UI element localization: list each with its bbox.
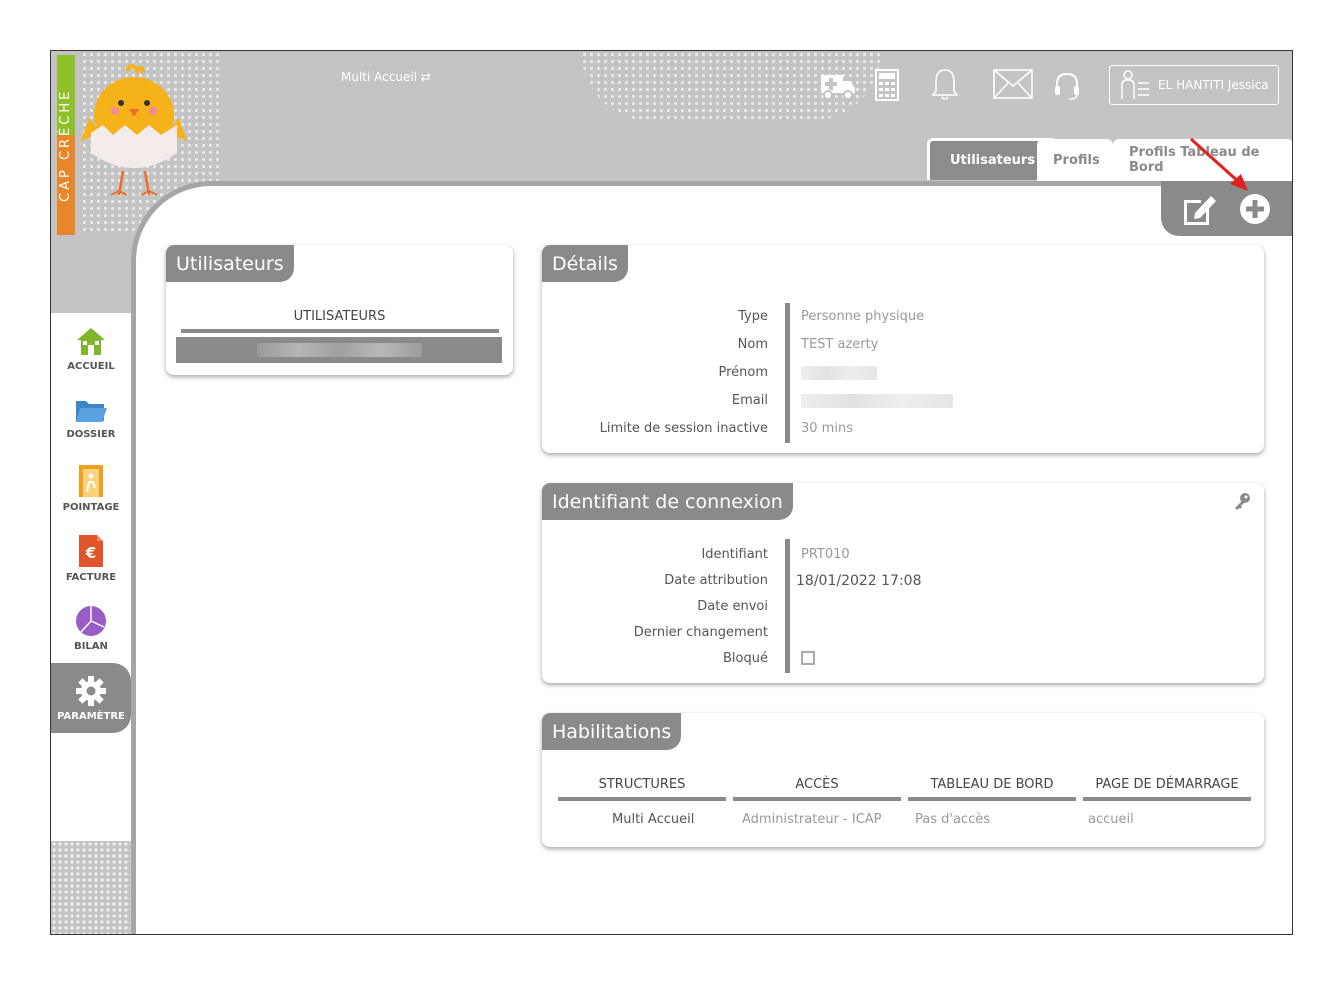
user-menu-button[interactable]: EL HANTITI Jessica bbox=[1109, 65, 1279, 105]
headset-icon[interactable] bbox=[1053, 71, 1081, 101]
panel-title: Identifiant de connexion bbox=[542, 483, 793, 520]
detail-value: TEST azerty bbox=[801, 337, 879, 352]
user-profile-icon bbox=[1121, 70, 1149, 99]
header-underline bbox=[1083, 797, 1251, 801]
add-icon[interactable] bbox=[1238, 192, 1272, 226]
detail-label: Limite de session inactive bbox=[599, 421, 768, 436]
sidebar-item-label: POINTAGE bbox=[62, 501, 120, 513]
mail-icon[interactable] bbox=[993, 69, 1033, 99]
sidebar-item-dossier[interactable]: DOSSIER bbox=[51, 383, 131, 453]
app-window: CAP CRÈCHE Multi Accueil ⇄ EL HANTITI Je… bbox=[50, 50, 1293, 935]
red-arrow-annotation bbox=[1189, 137, 1248, 191]
door-icon bbox=[79, 464, 103, 497]
divider bbox=[785, 539, 790, 673]
gear-icon bbox=[76, 675, 106, 706]
svg-text:€: € bbox=[85, 544, 96, 562]
redacted-email bbox=[801, 394, 953, 408]
sidebar: ACCUEIL DOSSIER POINTAGE € FACTURE BILAN… bbox=[51, 313, 131, 733]
ambulance-icon[interactable] bbox=[819, 69, 857, 101]
panel-title: Habilitations bbox=[542, 713, 682, 750]
sidebar-item-pointage[interactable]: POINTAGE bbox=[51, 453, 131, 523]
login-label: Date envoi bbox=[697, 599, 768, 614]
house-icon bbox=[77, 327, 105, 355]
panel-title: Utilisateurs bbox=[166, 245, 294, 282]
redacted-prenom bbox=[801, 366, 877, 380]
brand-letters: CAP CRÈCHE bbox=[58, 88, 73, 202]
sidebar-item-facture[interactable]: € FACTURE bbox=[51, 523, 131, 593]
tab-label: Profils bbox=[1053, 152, 1100, 168]
column-header-structures: STRUCTURES bbox=[598, 777, 686, 792]
site-switch-link[interactable]: Multi Accueil ⇄ bbox=[341, 70, 431, 84]
calculator-icon[interactable] bbox=[875, 69, 899, 101]
login-label: Date attribution bbox=[664, 573, 768, 588]
column-header-tableau-de-bord: TABLEAU DE BORD bbox=[930, 777, 1054, 792]
bell-icon[interactable] bbox=[931, 67, 959, 101]
cell-acces: Administrateur - ICAP bbox=[742, 812, 882, 827]
login-panel: Identifiant de connexion Identifiant PRT… bbox=[542, 483, 1264, 683]
header-underline bbox=[181, 329, 499, 333]
users-column-header: UTILISATEURS bbox=[293, 309, 386, 324]
detail-label: Email bbox=[731, 393, 768, 408]
redacted-user-name bbox=[256, 343, 422, 357]
sidebar-pattern bbox=[51, 841, 131, 934]
pie-chart-icon bbox=[76, 605, 106, 636]
header-underline bbox=[558, 797, 726, 801]
folder-icon bbox=[76, 400, 107, 422]
chick-mascot-icon bbox=[81, 64, 187, 196]
sidebar-item-parametre[interactable]: PARAMÈTRE bbox=[51, 663, 131, 733]
sidebar-item-label: DOSSIER bbox=[66, 428, 116, 440]
header: CAP CRÈCHE Multi Accueil ⇄ EL HANTITI Je… bbox=[51, 51, 1292, 235]
detail-value: 30 mins bbox=[801, 421, 853, 436]
tab-label: Utilisateurs bbox=[950, 153, 1036, 168]
detail-label: Prénom bbox=[718, 365, 768, 380]
edit-icon[interactable] bbox=[1181, 192, 1217, 226]
details-panel: Détails Type Personne physique Nom TEST … bbox=[542, 245, 1264, 453]
divider bbox=[785, 303, 790, 443]
bloque-checkbox[interactable] bbox=[801, 651, 815, 665]
detail-label: Type bbox=[738, 309, 768, 324]
login-label: Identifiant bbox=[701, 547, 768, 562]
cell-tableau-de-bord: Pas d'accès bbox=[915, 812, 990, 827]
sidebar-item-label: FACTURE bbox=[65, 571, 117, 583]
header-underline bbox=[908, 797, 1076, 801]
cell-page-de-demarrage: accueil bbox=[1088, 812, 1134, 827]
table-row[interactable] bbox=[176, 337, 502, 363]
column-header-acces: ACCÈS bbox=[795, 777, 839, 792]
login-value: 18/01/2022 17:08 bbox=[796, 573, 922, 589]
login-value: PRT010 bbox=[801, 547, 850, 562]
user-name: EL HANTITI Jessica bbox=[1158, 78, 1269, 92]
sidebar-item-label: ACCUEIL bbox=[67, 360, 115, 372]
login-label: Dernier changement bbox=[633, 625, 768, 640]
sidebar-item-bilan[interactable]: BILAN bbox=[51, 593, 131, 663]
panel-title: Détails bbox=[542, 245, 628, 282]
habilitations-panel: Habilitations STRUCTURES ACCÈS TABLEAU D… bbox=[542, 713, 1264, 847]
sidebar-item-accueil[interactable]: ACCUEIL bbox=[51, 313, 131, 383]
sidebar-item-label: BILAN bbox=[74, 640, 108, 652]
login-label: Bloqué bbox=[723, 651, 768, 666]
cell-structure: Multi Accueil bbox=[612, 812, 695, 827]
detail-label: Nom bbox=[737, 337, 768, 352]
users-panel: Utilisateurs UTILISATEURS bbox=[166, 245, 513, 375]
euro-document-icon: € bbox=[79, 534, 103, 567]
column-header-page-de-demarrage: PAGE DE DÉMARRAGE bbox=[1095, 777, 1239, 792]
tab-profils[interactable]: Profils bbox=[1037, 139, 1113, 181]
detail-value: Personne physique bbox=[801, 309, 925, 324]
sidebar-item-label: PARAMÈTRE bbox=[57, 710, 125, 722]
header-underline bbox=[733, 797, 901, 801]
key-icon[interactable] bbox=[1232, 491, 1252, 511]
